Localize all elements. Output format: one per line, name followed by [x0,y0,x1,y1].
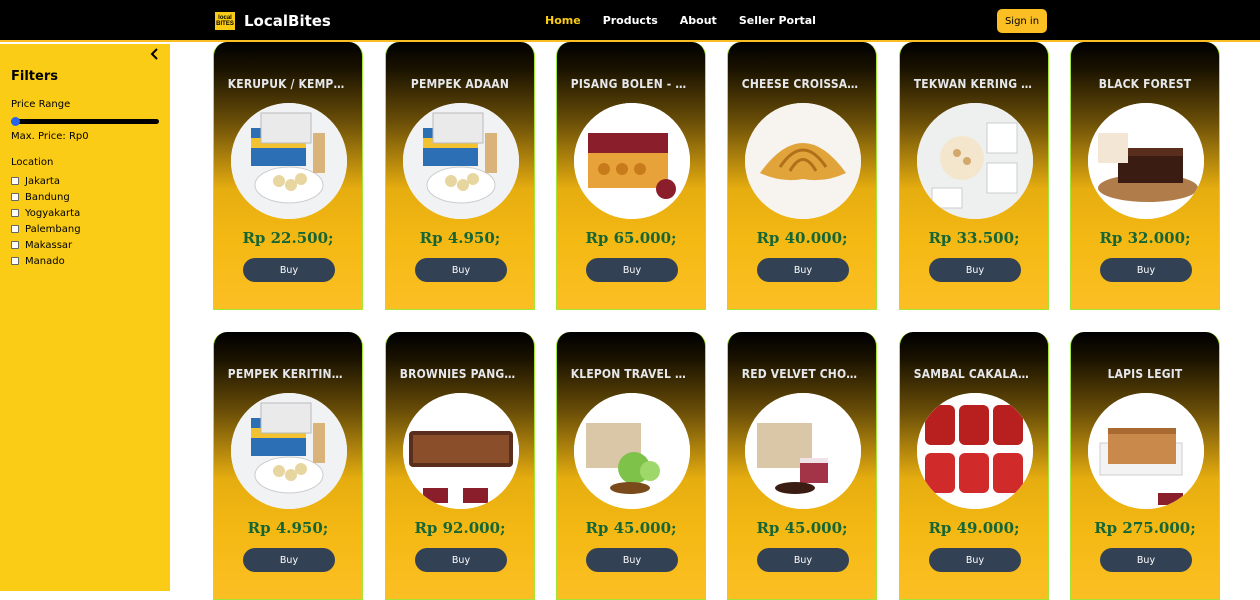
product-card[interactable]: PISANG BOLEN - KEJU S... Rp 65.000; Buy [556,42,706,310]
top-navbar: local BITES LocalBites Home Products Abou… [0,0,1260,42]
location-item[interactable]: Palembang [11,221,81,237]
buy-button[interactable]: Buy [243,548,335,572]
location-checkbox[interactable] [11,241,19,249]
filters-title: Filters [11,69,58,84]
product-card[interactable]: CHEESE CROISSANT Rp 40.000; Buy [727,42,877,310]
product-image[interactable] [917,103,1033,219]
product-price: Rp 49.000; [928,519,1020,537]
brand[interactable]: local BITES LocalBites [214,10,331,32]
nav-link-seller-portal[interactable]: Seller Portal [739,14,816,27]
buy-button[interactable]: Buy [929,258,1021,282]
buy-button[interactable]: Buy [415,548,507,572]
product-price: Rp 4.950; [247,519,329,537]
filter-sidebar: Filters Price Range Max. Price: Rp0 Loca… [0,44,170,591]
product-image[interactable] [1088,393,1204,509]
product-card[interactable]: PEMPEK ADAAN Rp 4.950; Buy [385,42,535,310]
product-image[interactable] [745,103,861,219]
buy-button[interactable]: Buy [586,548,678,572]
product-card[interactable]: RED VELVET CHOCOLAV... Rp 45.000; Buy [727,332,877,600]
buy-button[interactable]: Buy [586,258,678,282]
location-item[interactable]: Yogyakarta [11,205,81,221]
product-price: Rp 45.000; [585,519,677,537]
product-card[interactable]: LAPIS LEGIT Rp 275.000; Buy [1070,332,1220,600]
product-image[interactable] [917,393,1033,509]
product-card[interactable]: SAMBAL CAKALANG 20... Rp 49.000; Buy [899,332,1049,600]
buy-button[interactable]: Buy [929,548,1021,572]
signin-button[interactable]: Sign in [997,9,1047,33]
product-image[interactable] [745,393,861,509]
product-price: Rp 275.000; [1094,519,1196,537]
product-title: PISANG BOLEN - KEJU S... [570,76,692,91]
product-title: PEMPEK ADAAN [410,76,510,91]
price-range-slider[interactable] [11,117,159,126]
product-price: Rp 4.950; [419,229,501,247]
max-price-label: Max. Price: Rp0 [11,131,89,142]
location-name: Bandung [25,191,70,203]
product-card[interactable]: KLEPON TRAVEL PACK Rp 45.000; Buy [556,332,706,600]
product-price: Rp 92.000; [414,519,506,537]
location-item[interactable]: Manado [11,253,81,269]
product-title: BROWNIES PANGGANG -... [399,366,521,381]
product-image[interactable] [231,393,347,509]
product-title: PEMPEK KERITING KECIL [227,366,348,381]
buy-button[interactable]: Buy [1100,258,1192,282]
product-image[interactable] [574,103,690,219]
product-card[interactable]: BROWNIES PANGGANG -... Rp 92.000; Buy [385,332,535,600]
product-image[interactable] [403,103,519,219]
buy-button[interactable]: Buy [415,258,507,282]
product-title: KERUPUK / KEMPLANG ... [227,76,349,91]
location-checkbox[interactable] [11,225,19,233]
product-price: Rp 65.000; [585,229,677,247]
product-price: Rp 33.500; [928,229,1020,247]
location-list: Jakarta Bandung Yogyakarta Palembang Makassa… [11,173,81,269]
product-image[interactable] [574,393,690,509]
product-card[interactable]: BLACK FOREST Rp 32.000; Buy [1070,42,1220,310]
product-card[interactable]: PEMPEK KERITING KECIL Rp 4.950; Buy [213,332,363,600]
buy-button[interactable]: Buy [757,548,849,572]
product-title: LAPIS LEGIT [1107,366,1183,381]
product-card[interactable]: TEKWAN KERING INSTA... Rp 33.500; Buy [899,42,1049,310]
location-item[interactable]: Makassar [11,237,81,253]
product-price: Rp 32.000; [1099,229,1191,247]
brand-name: LocalBites [244,12,331,30]
location-name: Yogyakarta [25,207,81,219]
location-item[interactable]: Bandung [11,189,81,205]
product-title: TEKWAN KERING INSTA... [913,76,1035,91]
location-name: Jakarta [25,175,60,187]
product-price: Rp 22.500; [242,229,334,247]
location-checkbox[interactable] [11,257,19,265]
location-item[interactable]: Jakarta [11,173,81,189]
logo: local BITES [214,11,236,31]
location-checkbox[interactable] [11,209,19,217]
product-image[interactable] [403,393,519,509]
slider-thumb[interactable] [11,117,20,126]
location-checkbox[interactable] [11,177,19,185]
product-title: SAMBAL CAKALANG 20... [913,366,1035,381]
nav-link-products[interactable]: Products [603,14,658,27]
nav-links: Home Products About Seller Portal [545,14,838,27]
location-name: Manado [25,255,65,267]
product-title: CHEESE CROISSANT [741,76,863,91]
buy-button[interactable]: Buy [243,258,335,282]
nav-link-home[interactable]: Home [545,14,581,27]
product-price: Rp 45.000; [756,519,848,537]
price-range-label: Price Range [11,99,71,110]
buy-button[interactable]: Buy [1100,548,1192,572]
nav-link-about[interactable]: About [680,14,717,27]
product-title: RED VELVET CHOCOLAV... [741,366,863,381]
location-name: Makassar [25,239,73,251]
product-title: KLEPON TRAVEL PACK [570,366,691,381]
product-image[interactable] [1088,103,1204,219]
chevron-left-icon[interactable] [150,48,159,63]
location-checkbox[interactable] [11,193,19,201]
product-card[interactable]: KERUPUK / KEMPLANG ... Rp 22.500; Buy [213,42,363,310]
location-label: Location [11,157,54,168]
product-price: Rp 40.000; [756,229,848,247]
buy-button[interactable]: Buy [757,258,849,282]
location-name: Palembang [25,223,81,235]
product-image[interactable] [231,103,347,219]
product-title: BLACK FOREST [1098,76,1192,91]
